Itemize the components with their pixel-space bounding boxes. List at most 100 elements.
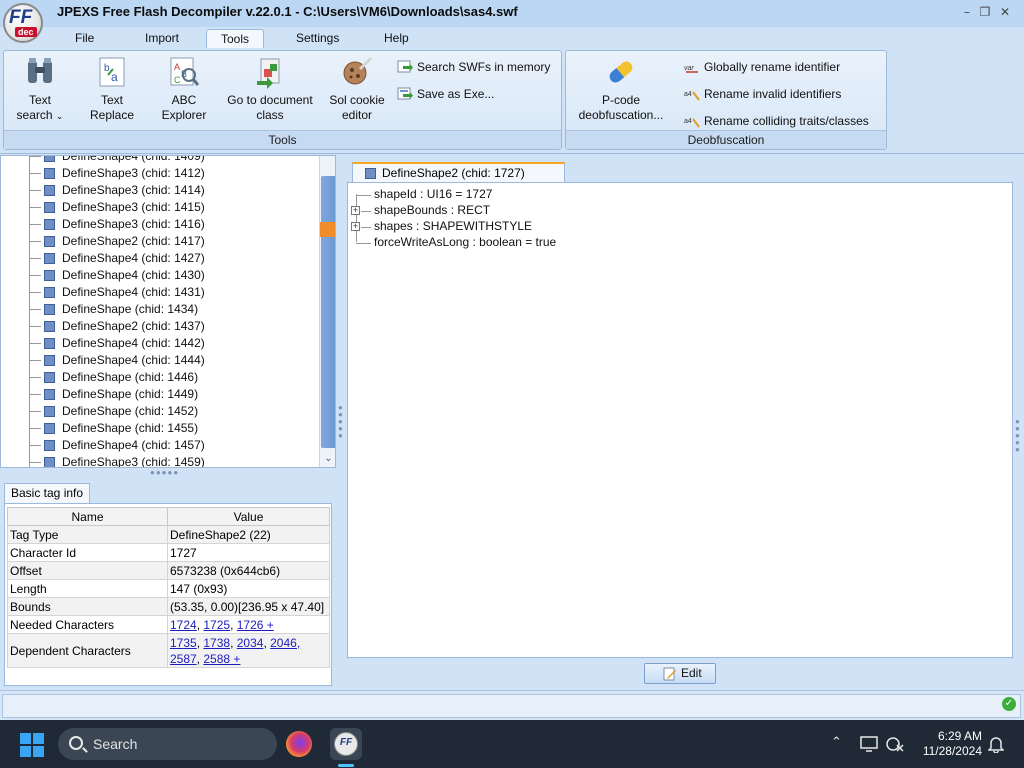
goto-class-icon [257, 58, 280, 89]
dependent-link[interactable]: 2034 [237, 636, 264, 650]
monitor-icon[interactable] [860, 736, 878, 752]
table-row: Offset 6573238 (0x644cb6) [7, 561, 330, 580]
tab-basic-tag-info[interactable]: Basic tag info [4, 483, 91, 503]
dependent-link[interactable]: 1735 [170, 636, 197, 650]
sol-cookie-editor-button[interactable]: Sol cookie editor [322, 55, 392, 131]
tree-item[interactable]: DefineShape3 (chid: 1415) [1, 199, 321, 216]
tree-item[interactable]: DefineShape2 (chid: 1437) [1, 318, 321, 335]
system-clock[interactable]: 6:29 AM 11/28/2024 [912, 729, 982, 759]
rename-colliding-button[interactable]: a4 Rename colliding traits/classes [684, 112, 869, 130]
needed-link[interactable]: 1726 + [237, 618, 274, 632]
text-search-button[interactable]: Text search ⌄ [6, 55, 74, 131]
tree-item[interactable]: DefineShape4 (chid: 1427) [1, 250, 321, 267]
tree-item[interactable]: DefineShape2 (chid: 1417) [1, 233, 321, 250]
tree-item[interactable]: DefineShape3 (chid: 1416) [1, 216, 321, 233]
vertical-splitter[interactable]: ● ● ● ● ● [338, 404, 344, 440]
status-ok-icon: ✓ [1002, 697, 1016, 711]
tree-connector [29, 241, 41, 242]
shape-icon [44, 270, 55, 281]
dependent-link[interactable]: 2046, [270, 636, 300, 650]
firefox-icon[interactable] [286, 731, 312, 757]
svg-text:a4: a4 [684, 91, 692, 98]
shape-icon [44, 304, 55, 315]
search-icon [69, 736, 83, 750]
tree-item[interactable]: DefineShape4 (chid: 1430) [1, 267, 321, 284]
expand-icon[interactable]: + [351, 206, 360, 215]
tab-help[interactable]: Help [370, 29, 423, 49]
search-swfs-in-memory-button[interactable]: Search SWFs in memory [397, 58, 550, 76]
tree-item[interactable]: DefineShape (chid: 1449) [1, 386, 321, 403]
dependent-link[interactable]: 2587 [170, 652, 197, 666]
pcode-deobfuscation-button[interactable]: P-code deobfuscation... [572, 55, 670, 131]
tree-item[interactable]: DefineShape3 (chid: 1412) [1, 165, 321, 182]
dependent-link[interactable]: 2588 + [203, 652, 240, 666]
tag-tree[interactable]: DefineShape4 (chid: 1409) DefineShape3 (c… [0, 155, 336, 468]
horizontal-splitter[interactable]: ●●●●● [150, 468, 179, 477]
tree-item[interactable]: DefineShape3 (chid: 1459) [1, 454, 321, 467]
taskbar-search-box[interactable]: Search [58, 728, 277, 760]
shape-icon [44, 236, 55, 247]
document-tab[interactable]: DefineShape2 (chid: 1727) [352, 162, 565, 182]
needed-link[interactable]: 1724 [170, 618, 197, 632]
row-name: Dependent Characters [7, 633, 168, 668]
network-icon[interactable] [886, 736, 904, 752]
save-as-exe-button[interactable]: Save as Exe... [397, 85, 494, 103]
tree-item-label: DefineShape3 (chid: 1415) [62, 200, 205, 214]
tree-item[interactable]: DefineShape4 (chid: 1409) [1, 156, 321, 165]
row-value: 6573238 (0x644cb6) [167, 561, 330, 580]
tab-settings[interactable]: Settings [282, 29, 353, 49]
edit-button[interactable]: Edit [644, 663, 716, 684]
windows-start-icon[interactable] [20, 733, 44, 757]
tree-item[interactable]: DefineShape4 (chid: 1457) [1, 437, 321, 454]
shape-icon [44, 253, 55, 264]
prop-shape-bounds[interactable]: + shapeBounds : RECT [348, 203, 948, 219]
row-name: Needed Characters [7, 615, 168, 634]
notification-bell-icon[interactable] [988, 735, 1004, 753]
row-value: 1724, 1725, 1726 + [167, 615, 330, 634]
shape-icon [44, 168, 55, 179]
right-splitter[interactable]: ● ● ● ● ● [1015, 418, 1021, 454]
tree-item[interactable]: DefineShape (chid: 1455) [1, 420, 321, 437]
needed-link[interactable]: 1725 [203, 618, 230, 632]
dependent-link[interactable]: 1738 [203, 636, 230, 650]
row-name: Bounds [7, 597, 168, 616]
prop-force-write[interactable]: forceWriteAsLong : boolean = true [348, 235, 948, 251]
tab-file[interactable]: File [61, 29, 108, 49]
tree-item[interactable]: DefineShape (chid: 1446) [1, 369, 321, 386]
tree-item[interactable]: DefineShape3 (chid: 1414) [1, 182, 321, 199]
tree-item-label: DefineShape (chid: 1455) [62, 421, 199, 435]
abc-explorer-button[interactable]: A B C ABC Explorer [150, 55, 218, 131]
tab-import[interactable]: Import [131, 29, 193, 49]
tree-scrollbar[interactable]: ⌄ [319, 156, 335, 467]
tree-connector [29, 190, 41, 191]
prop-shape-id[interactable]: shapeId : UI16 = 1727 [348, 187, 948, 203]
text-replace-button[interactable]: b a Text Replace [78, 55, 146, 131]
goto-document-class-button[interactable]: Go to document class [222, 55, 318, 131]
prop-label: shapeId : UI16 = 1727 [374, 187, 493, 201]
taskbar-search-placeholder: Search [93, 736, 138, 752]
ffdec-taskbar-icon[interactable]: FF [330, 728, 362, 760]
tools-group-label: Tools [4, 130, 561, 149]
tab-tools[interactable]: Tools [206, 29, 265, 49]
sol-line2: editor [341, 108, 373, 122]
tree-item[interactable]: DefineShape (chid: 1434) [1, 301, 321, 318]
tree-item[interactable]: DefineShape (chid: 1452) [1, 403, 321, 420]
tree-item[interactable]: DefineShape4 (chid: 1442) [1, 335, 321, 352]
prop-shapes[interactable]: + shapes : SHAPEWITHSTYLE [348, 219, 948, 235]
tree-item-label: DefineShape2 (chid: 1417) [62, 234, 205, 248]
close-button[interactable]: ✕ [996, 4, 1014, 20]
scroll-down-icon[interactable]: ⌄ [320, 451, 335, 467]
minimize-button[interactable]: – [958, 4, 976, 20]
app-logo[interactable]: FF dec [3, 3, 43, 43]
shape-icon [44, 389, 55, 400]
rename-invalid-identifiers-button[interactable]: a4 Rename invalid identifiers [684, 85, 841, 103]
globally-rename-identifier-button[interactable]: var Globally rename identifier [684, 58, 840, 76]
chevron-down-icon: ⌄ [55, 111, 64, 121]
restore-button[interactable]: ❐ [976, 4, 994, 20]
tree-item[interactable]: DefineShape4 (chid: 1431) [1, 284, 321, 301]
chevron-up-icon[interactable]: ⌃ [831, 734, 842, 750]
scrollbar-thumb[interactable] [321, 176, 335, 448]
expand-icon[interactable]: + [351, 222, 360, 231]
tree-item[interactable]: DefineShape4 (chid: 1444) [1, 352, 321, 369]
shape-icon [44, 185, 55, 196]
